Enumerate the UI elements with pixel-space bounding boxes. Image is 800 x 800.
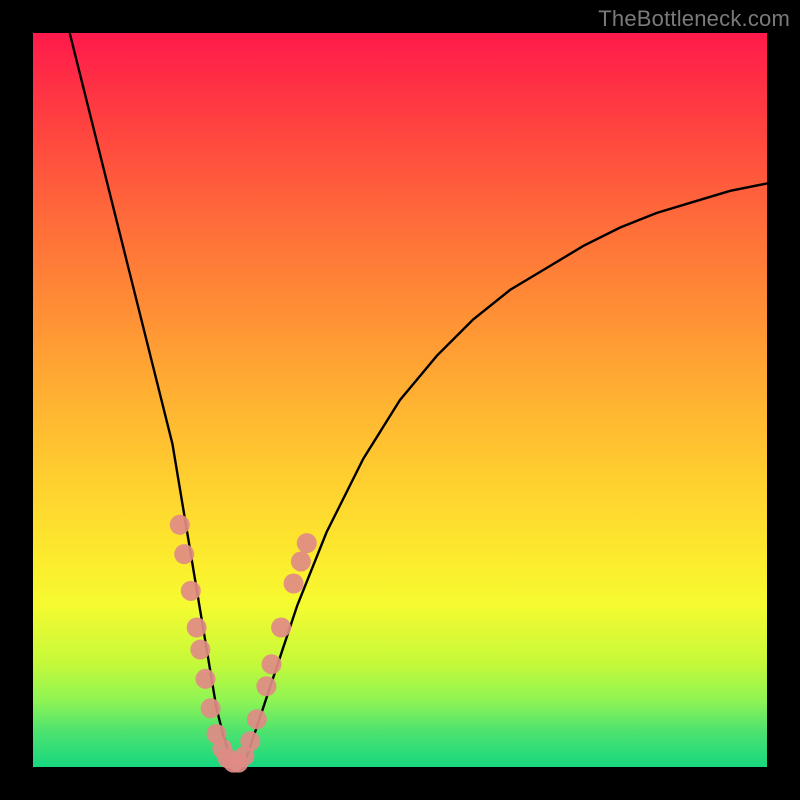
highlight-dot	[190, 640, 210, 660]
bottleneck-curve	[70, 33, 767, 767]
chart-plot-area	[33, 33, 767, 767]
highlight-dot	[201, 698, 221, 718]
watermark-text: TheBottleneck.com	[598, 6, 790, 32]
highlight-dot	[174, 544, 194, 564]
highlight-dot	[284, 574, 304, 594]
highlight-dot	[262, 654, 282, 674]
highlight-dot	[271, 618, 291, 638]
chart-svg	[33, 33, 767, 767]
highlight-dot	[195, 669, 215, 689]
highlight-dot	[256, 676, 276, 696]
highlight-dot	[291, 551, 311, 571]
highlight-dot	[247, 709, 267, 729]
highlight-dot	[297, 533, 317, 553]
highlight-dots-group	[170, 515, 317, 773]
highlight-dot	[181, 581, 201, 601]
highlight-dot	[170, 515, 190, 535]
highlight-dot	[240, 731, 260, 751]
highlight-dot	[187, 618, 207, 638]
